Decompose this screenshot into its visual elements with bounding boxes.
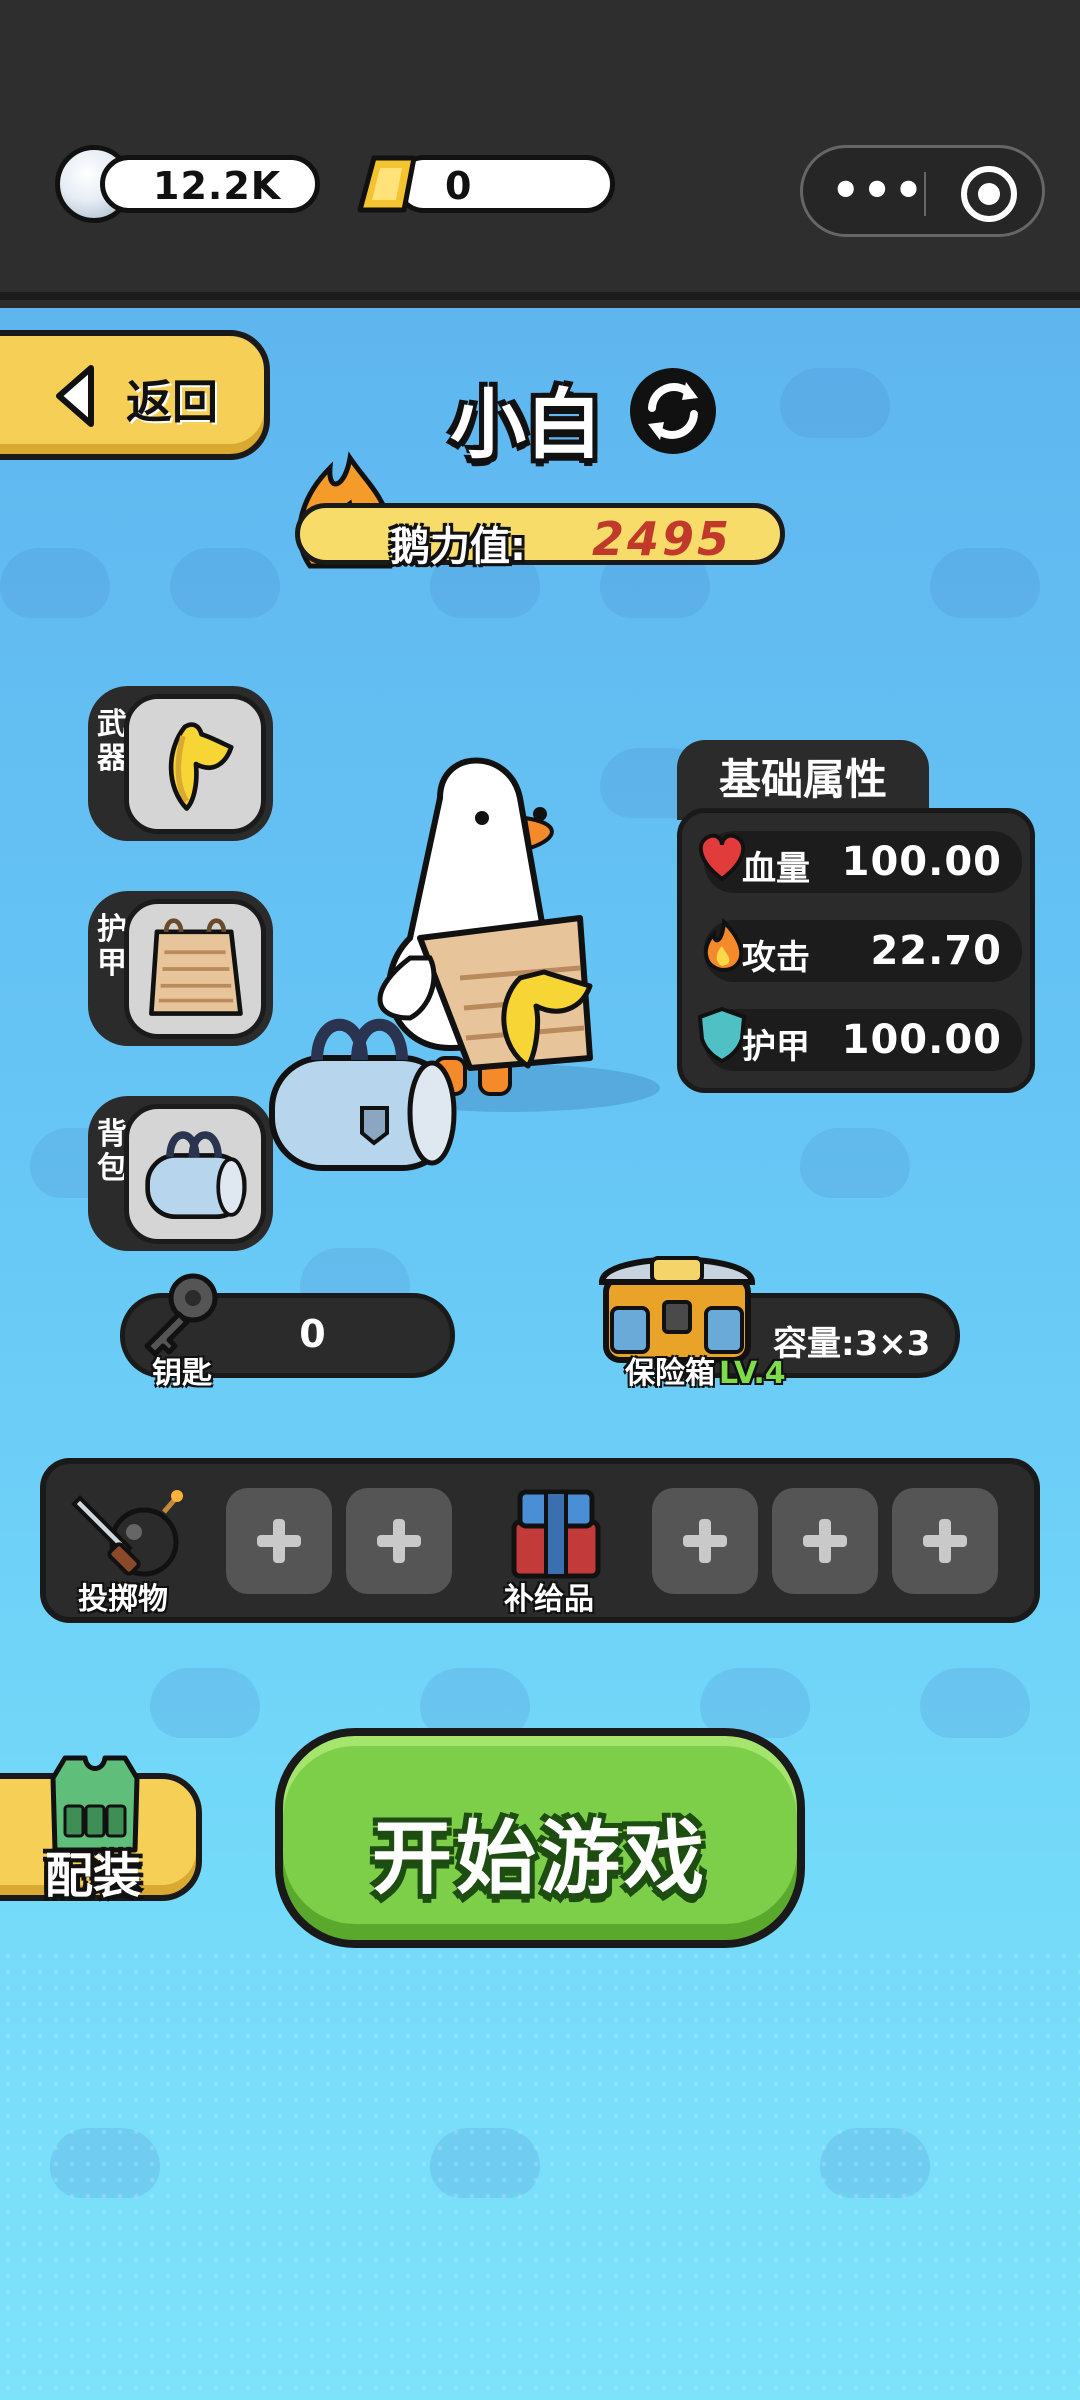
backpack-slot[interactable]: 背包 bbox=[88, 1096, 273, 1251]
capsule-divider bbox=[924, 172, 926, 216]
stat-label: 攻击 bbox=[742, 938, 810, 978]
throwable-slot-add-button[interactable] bbox=[346, 1488, 452, 1594]
power-value: 2495 bbox=[592, 512, 733, 566]
paw-bg-icon bbox=[780, 368, 890, 438]
paw-bg-icon bbox=[930, 548, 1040, 618]
weapon-slot-box bbox=[124, 694, 266, 834]
base-stats-panel: 血量 100.00 攻击 22.70 护甲 100.00 bbox=[677, 808, 1035, 1093]
silver-counter: 12.2K bbox=[100, 155, 320, 213]
supply-slot-add-button[interactable] bbox=[772, 1488, 878, 1594]
cardboard-armor-icon bbox=[149, 918, 243, 1016]
throwables-label: 投掷物 bbox=[78, 1582, 168, 1617]
loadout-label: 配装 bbox=[45, 1848, 142, 1904]
vault-capacity: 容量:3×3 bbox=[773, 1324, 931, 1364]
back-label: 返回 bbox=[126, 375, 218, 429]
gold-counter: 0 bbox=[395, 155, 615, 213]
weapon-slot[interactable]: 武器 bbox=[88, 686, 273, 841]
supply-slot-add-button[interactable] bbox=[652, 1488, 758, 1594]
stat-value: 100.00 bbox=[841, 1017, 1002, 1063]
armor-slot[interactable]: 护甲 bbox=[88, 891, 273, 1046]
more-icon[interactable]: ••• bbox=[831, 162, 923, 222]
gold-bar-icon bbox=[357, 155, 417, 213]
banana-icon bbox=[168, 722, 234, 811]
supplies-label: 补给品 bbox=[504, 1582, 594, 1617]
vault-level: LV.4 bbox=[719, 1356, 786, 1391]
key-icon bbox=[144, 1273, 218, 1357]
paw-bg-icon bbox=[0, 548, 110, 618]
throwables-icon bbox=[71, 1490, 183, 1577]
dot-pattern bbox=[0, 1948, 1080, 2400]
supplies-box-icon bbox=[511, 1489, 601, 1579]
stat-value: 100.00 bbox=[841, 839, 1002, 885]
vault-label: 保险箱 LV.4 bbox=[625, 1348, 786, 1392]
stat-row-armor: 护甲 100.00 bbox=[697, 1006, 1022, 1071]
start-game-button[interactable]: 开始游戏 bbox=[275, 1728, 805, 1948]
supply-slot-add-button[interactable] bbox=[892, 1488, 998, 1594]
consumables-panel: 投掷物 补给品 bbox=[40, 1458, 1040, 1623]
paw-bg-icon bbox=[170, 548, 280, 618]
stat-label: 护甲 bbox=[742, 1027, 810, 1067]
paw-bg-icon bbox=[150, 1668, 260, 1738]
paw-bg-icon bbox=[920, 1668, 1030, 1738]
back-button[interactable]: 返回 bbox=[0, 330, 270, 460]
backpack-slot-box bbox=[124, 1104, 266, 1244]
goose-power-bar: 鹅力值: 2495 bbox=[295, 503, 785, 570]
paw-bg-icon bbox=[800, 1128, 910, 1198]
throwable-slot-add-button[interactable] bbox=[226, 1488, 332, 1594]
vault-name: 保险箱 bbox=[625, 1356, 715, 1391]
top-bar: 12.2K 0 ••• bbox=[0, 0, 1080, 300]
chevron-left-icon bbox=[56, 365, 94, 427]
game-screen: 返回 小白 鹅力值: 2495 武器 护甲 背包 基础属性 血量 100.00 … bbox=[0, 308, 1080, 2400]
start-game-label: 开始游戏 bbox=[372, 1812, 708, 1905]
keys-label: 钥匙 bbox=[152, 1356, 212, 1391]
mini-program-capsule: ••• bbox=[800, 145, 1045, 237]
armor-slot-box bbox=[124, 899, 266, 1039]
stat-value: 22.70 bbox=[870, 928, 1002, 974]
stat-label: 血量 bbox=[742, 849, 810, 889]
power-label: 鹅力值: bbox=[390, 524, 526, 570]
silver-value: 12.2K bbox=[153, 164, 282, 208]
duffel-bag-image bbox=[269, 1018, 457, 1171]
character-name: 小白 bbox=[450, 380, 602, 469]
refresh-icon[interactable] bbox=[630, 368, 716, 454]
stat-row-attack: 攻击 22.70 bbox=[703, 917, 1022, 982]
gold-value: 0 bbox=[445, 164, 473, 208]
duffel-bag-icon bbox=[145, 1131, 247, 1220]
stat-row-hp: 血量 100.00 bbox=[698, 831, 1022, 893]
close-target-icon[interactable] bbox=[961, 166, 1017, 222]
